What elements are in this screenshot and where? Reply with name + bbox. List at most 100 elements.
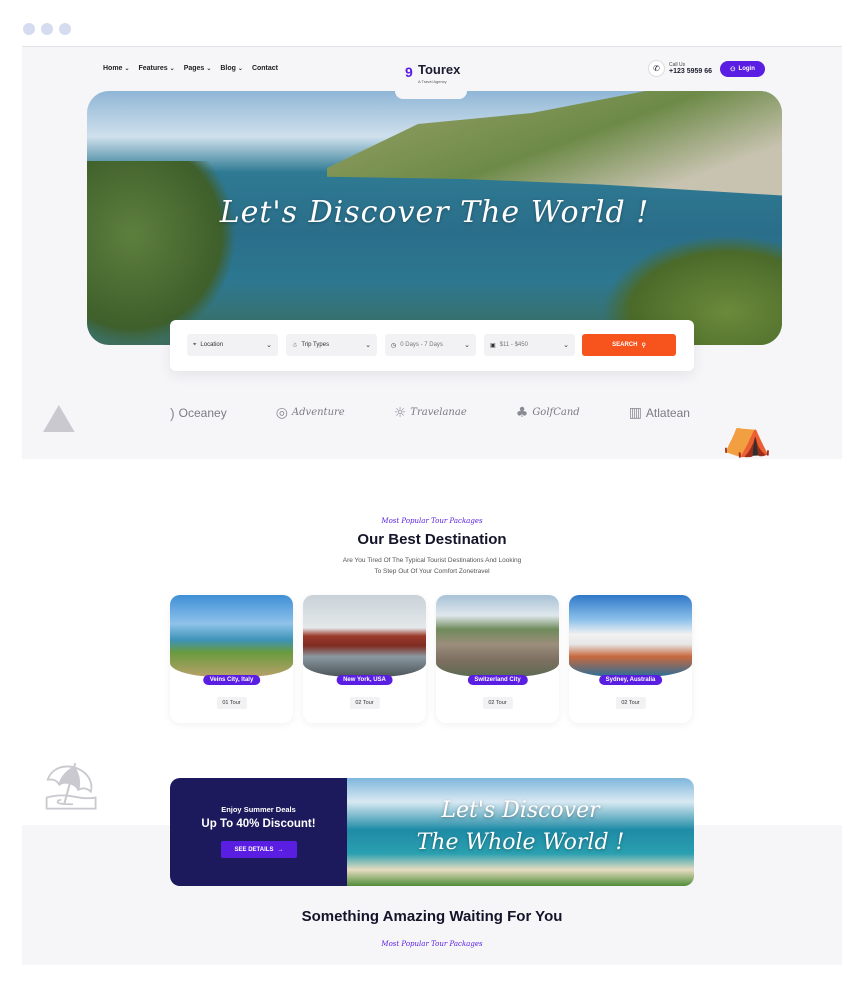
destination-card[interactable]: Sydney, Australia 02 Tour (569, 595, 692, 723)
deal-script-2: The Whole World ! (416, 830, 625, 855)
window-controls (23, 23, 71, 35)
chevron-down-icon: ⌄ (266, 342, 272, 349)
destination-name: Veins City, Italy (202, 675, 261, 685)
brand-logos: ) Oceaney ◎ Adventure ☼ Travelanae ♣ GolfCan… (170, 404, 690, 421)
clock-icon: ◷ (391, 342, 397, 349)
brand-name: Adventure (291, 407, 345, 418)
person-icon: ☃ (292, 342, 298, 349)
hero-banner: Let's Discover The World ! (87, 91, 782, 345)
section-kicker: Most Popular Tour Packages (381, 517, 483, 525)
chevron-down-icon: ⌄ (237, 66, 243, 72)
brand-logo: ◎ Adventure (276, 405, 345, 421)
see-details-button[interactable]: SEE DETAILS → (221, 841, 297, 858)
destination-name: Switzerland City (467, 675, 528, 685)
login-label: Login (738, 66, 755, 72)
destination-card[interactable]: Veins City, Italy 01 Tour (170, 595, 293, 723)
section-subtitle-1: Are You Tired Of The Typical Tourist Des… (342, 557, 522, 564)
logo-text: Tourex (418, 62, 461, 77)
brand-logo: ▥ Atlatean (629, 404, 690, 421)
pyramid-sketch-icon: ⛺ (722, 414, 772, 458)
hero-trees-left (87, 161, 237, 345)
destination-image (303, 595, 426, 677)
call-number: +123 5959 66 (669, 68, 713, 75)
logo-text-group: Tourex A Travel Agency (418, 61, 460, 84)
destination-card[interactable]: Switzerland City 02 Tour (436, 595, 559, 723)
nav-label: Blog (220, 65, 236, 72)
logo-subtitle: A Travel Agency (418, 79, 447, 84)
hero-mountain (327, 91, 782, 196)
chevron-down-icon: ⌄ (563, 342, 569, 349)
deal-title: Up To 40% Discount! (201, 818, 316, 830)
deal-subtitle: Enjoy Summer Deals (221, 805, 296, 814)
summer-deal-banner: Enjoy Summer Deals Up To 40% Discount! S… (170, 778, 694, 886)
days-select[interactable]: ◷ 0 Days - 7 Days ⌄ (385, 334, 476, 356)
nav-label: Features (138, 65, 168, 72)
brand-oceaney-icon: ) (170, 404, 175, 421)
nav-home[interactable]: Home ⌄ (103, 65, 129, 72)
nav-contact[interactable]: Contact (252, 65, 278, 72)
trip-types-label: Trip Types (301, 342, 330, 348)
wallet-icon: ▣ (490, 342, 496, 349)
destinations-section: Most Popular Tour Packages Our Best Dest… (22, 459, 842, 825)
next-section-title: Something Amazing Waiting For You (301, 908, 563, 925)
tour-count: 02 Tour (615, 697, 646, 709)
hero-title: Let's Discover The World ! (219, 195, 650, 230)
location-icon: ⌖ (193, 341, 197, 348)
brand-name: Oceaney (178, 405, 227, 420)
phone-icon: ✆ (648, 60, 665, 77)
location-label: Location (200, 342, 224, 348)
deal-image: Let's Discover The Whole World ! (347, 778, 694, 886)
nav-features[interactable]: Features ⌄ (138, 65, 174, 72)
window-dot[interactable] (41, 23, 53, 35)
search-button[interactable]: SEARCH ⚲ (582, 334, 676, 356)
user-icon: ⚇ (730, 66, 736, 73)
destination-image (569, 595, 692, 677)
nav-label: Pages (183, 65, 205, 72)
chevron-down-icon: ⌄ (124, 66, 130, 72)
brand-name: Atlatean (645, 405, 690, 420)
beach-hut-sketch-icon: ⛱ (42, 760, 101, 812)
days-label: 0 Days - 7 Days (400, 342, 443, 348)
price-select[interactable]: ▣ $11 - $450 ⌄ (484, 334, 575, 356)
search-button-label: SEARCH (612, 342, 638, 348)
tour-count: 02 Tour (349, 697, 380, 709)
trip-types-select[interactable]: ☃ Trip Types ⌄ (286, 334, 377, 356)
brand-sun-icon: ☼ (393, 404, 407, 421)
brand-name: GolfCand (532, 407, 580, 418)
page-frame: Home ⌄ Features ⌄ Pages ⌄ Blog ⌄ Contact 9 T… (22, 46, 842, 965)
chevron-down-icon: ⌄ (365, 342, 371, 349)
nav-pages[interactable]: Pages ⌄ (184, 65, 212, 72)
chevron-down-icon: ⌄ (464, 342, 470, 349)
deal-script-1: Let's Discover (441, 798, 600, 823)
site-logo[interactable]: 9 Tourex A Travel Agency (405, 61, 460, 84)
section-title: Our Best Destination (357, 531, 507, 548)
brand-building-icon: ▥ (628, 404, 642, 420)
call-us[interactable]: ✆ Call Us +123 5959 66 (648, 60, 712, 77)
section-subtitle-2: To Step Out Of Your Comfort Zonetravel (374, 568, 490, 575)
location-select[interactable]: ⌖ Location ⌄ (187, 334, 278, 356)
brand-palm-icon: ♣ (515, 404, 529, 421)
search-bar: ⌖ Location ⌄ ☃ Trip Types ⌄ ◷ 0 Days - 7… (170, 320, 694, 371)
deal-panel: Enjoy Summer Deals Up To 40% Discount! S… (170, 778, 347, 886)
destination-name: New York, USA (336, 675, 393, 685)
tour-count: 02 Tour (482, 697, 513, 709)
mountain-sketch-icon: ⛰ (42, 397, 76, 441)
destination-image (436, 595, 559, 677)
brand-logo: ♣ GolfCand (516, 405, 580, 421)
price-label: $11 - $450 (499, 342, 528, 348)
login-button[interactable]: ⚇ Login (720, 61, 765, 77)
destination-card[interactable]: New York, USA 02 Tour (303, 595, 426, 723)
nav-label: Home (103, 65, 123, 72)
next-section-kicker: Most Popular Tour Packages (381, 940, 483, 948)
brand-name: Travelanae (410, 407, 467, 418)
arrow-right-icon: → (277, 846, 284, 853)
nav-label: Contact (251, 65, 279, 72)
window-dot[interactable] (23, 23, 35, 35)
nav-blog[interactable]: Blog ⌄ (220, 65, 243, 72)
see-details-label: SEE DETAILS (234, 846, 274, 853)
destination-image (170, 595, 293, 677)
window-dot[interactable] (59, 23, 71, 35)
destination-name: Sydney, Australia (598, 675, 663, 685)
search-icon: ⚲ (641, 342, 646, 349)
tour-count: 01 Tour (216, 697, 247, 709)
